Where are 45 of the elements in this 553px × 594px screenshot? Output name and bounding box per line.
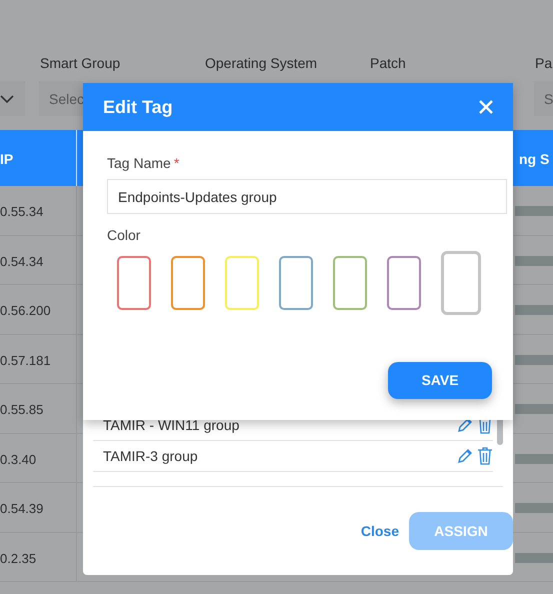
field-label: Color xyxy=(107,226,142,245)
tag-name: TAMIR-3 group xyxy=(103,446,198,466)
status-bar xyxy=(515,454,553,464)
color-swatch[interactable] xyxy=(387,256,421,310)
filter-label: Smart Group xyxy=(40,54,120,73)
status-bar xyxy=(515,404,553,414)
close-icon[interactable] xyxy=(479,100,493,114)
status-bar xyxy=(515,552,553,562)
table-cell-text: 0.3.40 xyxy=(0,450,36,468)
table-cell-text: 0.55.34 xyxy=(0,203,44,221)
color-swatch[interactable] xyxy=(117,256,151,310)
table-cell-text: 0.54.34 xyxy=(0,252,44,270)
filter-label: Patch xyxy=(370,54,406,73)
field-label: Tag Name xyxy=(107,155,171,171)
chevron-down-icon xyxy=(0,94,14,102)
dropdown-field[interactable] xyxy=(0,81,25,116)
color-swatch[interactable] xyxy=(171,256,205,310)
trash-icon[interactable] xyxy=(477,447,493,465)
table-cell-text: 0.56.200 xyxy=(0,302,51,320)
status-bar xyxy=(515,256,553,266)
status-bar xyxy=(515,354,553,364)
select-field[interactable]: Selec xyxy=(39,81,83,116)
dialog-title: Edit Tag xyxy=(103,96,173,119)
status-bar xyxy=(515,305,553,315)
table-cell-text: 0.57.181 xyxy=(0,352,51,370)
save-button[interactable]: SAVE xyxy=(388,362,492,399)
column-header[interactable]: IP xyxy=(0,149,14,170)
filter-label: Pa xyxy=(535,54,552,73)
tag-name-field[interactable]: Endpoints-Updates group xyxy=(107,179,507,214)
table-cell-text: 0.2.35 xyxy=(0,550,36,568)
color-swatch[interactable] xyxy=(279,256,313,310)
required-mark: * xyxy=(174,155,180,171)
column-header[interactable]: ng S xyxy=(519,149,550,170)
table-cell-text: 0.55.85 xyxy=(0,401,44,419)
tag-name: TAMIR - WIN11 group xyxy=(103,416,240,435)
color-swatch[interactable] xyxy=(333,256,367,310)
table-cell-text: 0.54.39 xyxy=(0,500,44,518)
close-button[interactable]: Close xyxy=(360,520,399,542)
pencil-icon[interactable] xyxy=(457,417,473,433)
color-swatch[interactable] xyxy=(441,251,481,315)
filter-label: Operating System xyxy=(205,54,318,73)
select-field[interactable]: S xyxy=(534,81,553,116)
status-bar xyxy=(515,206,553,216)
pencil-icon[interactable] xyxy=(457,448,473,464)
status-bar xyxy=(515,503,553,513)
